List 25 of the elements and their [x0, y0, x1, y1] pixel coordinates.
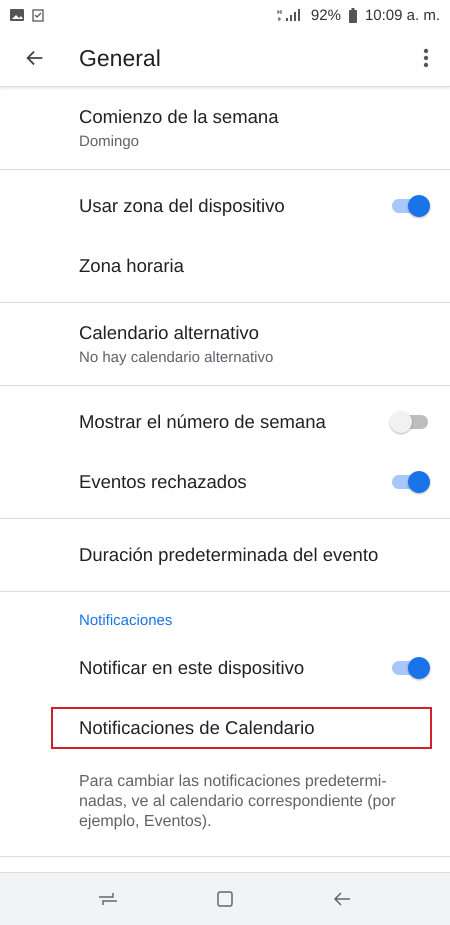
setting-label[interactable]: Zona horaria: [79, 255, 430, 277]
clock: 10:09 a. m.: [364, 6, 440, 24]
signal-icon: [276, 8, 303, 22]
toggle-switch[interactable]: [390, 194, 430, 218]
screen-title: General: [79, 44, 162, 72]
setting-label[interactable]: Calendario alternativo: [79, 322, 430, 344]
setting-label[interactable]: Comienzo de la semana: [79, 106, 430, 128]
setting-label: Mostrar el número de semana: [79, 411, 327, 433]
image-icon: [10, 9, 24, 21]
more-options-icon[interactable]: [423, 48, 429, 68]
battery-icon: [348, 8, 357, 22]
checklist-icon: [32, 8, 44, 22]
toggle-switch[interactable]: [390, 470, 430, 494]
battery-percent: 92%: [310, 6, 341, 24]
toggle-switch[interactable]: [390, 656, 430, 680]
help-text: Para cambiar las notificaciones predetermi-nadas, ve al calendario correspondiente (por ejemplo, Eventos).: [79, 772, 397, 832]
section-header: Notificaciones: [79, 611, 174, 631]
setting-label[interactable]: Notificaciones de Calendario: [53, 709, 430, 747]
setting-value: Domingo: [79, 133, 140, 150]
setting-value: No hay calendario alternativo: [79, 349, 274, 366]
setting-label: Usar zona del dispositivo: [79, 195, 286, 217]
setting-label: Notificar en este dispositivo: [79, 657, 306, 679]
setting-label: Eventos rechazados: [79, 471, 248, 493]
toggle-switch[interactable]: [390, 410, 430, 434]
setting-label[interactable]: Duración predeterminada del evento: [79, 544, 430, 566]
